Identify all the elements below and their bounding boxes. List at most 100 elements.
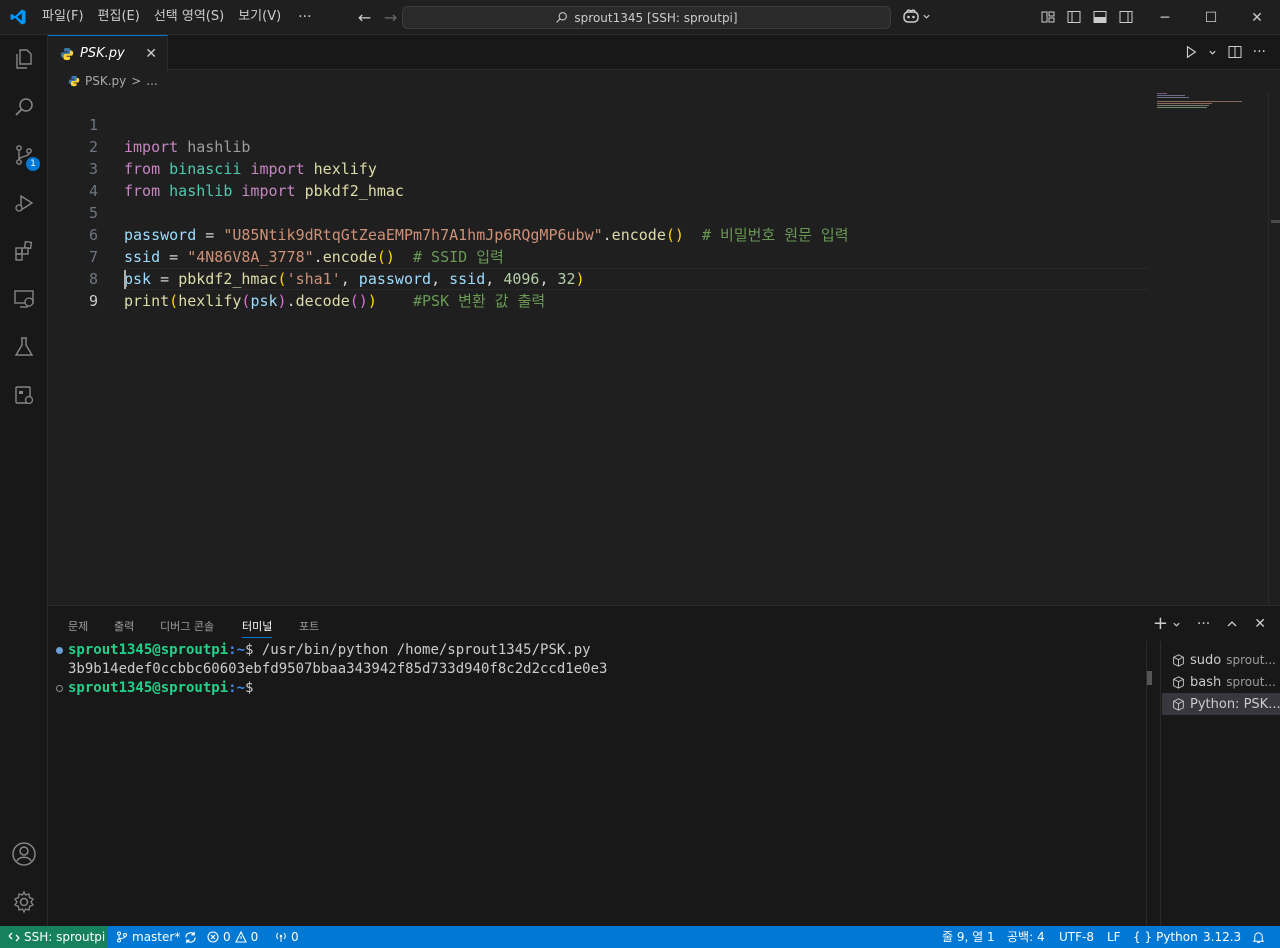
broadcast-icon (276, 932, 286, 942)
editor-tabs: PSK.py ✕ ··· (48, 35, 1280, 71)
chevron-down-icon[interactable] (1208, 48, 1217, 57)
run-debug-icon[interactable] (0, 179, 48, 227)
git-branch-icon (117, 931, 127, 943)
tab-label: PSK.py (80, 46, 125, 61)
testing-icon[interactable] (0, 323, 48, 371)
editor-scrollbar[interactable] (1268, 92, 1280, 605)
menu-edit[interactable]: 편집(E) (91, 5, 147, 29)
menu-selection[interactable]: 선택 영역(S) (147, 5, 231, 29)
python-file-icon (60, 47, 74, 60)
status-bar: SSH: sproutpi master* 0 0 0 줄 9, 열 1 공백:… (0, 926, 1280, 948)
source-control-badge: 1 (26, 157, 40, 171)
problems-indicator[interactable]: 0 0 (207, 926, 258, 948)
python-file-icon (68, 75, 80, 87)
terminal-cube-icon (1173, 697, 1184, 711)
tab-debug-console[interactable]: 디버그 콘솔 (160, 618, 214, 634)
toggle-primary-sidebar-icon[interactable] (1066, 9, 1082, 25)
code-line: 5 password = "U85Ntik9dRtqGtZeaEMPm7h7A1… (88, 204, 849, 244)
explorer-icon[interactable] (0, 35, 48, 83)
terminal-list: sudo sprout... bash sprout... Python: PSK.… (1160, 641, 1280, 927)
breadcrumb-file[interactable]: PSK.py (85, 74, 126, 88)
new-terminal-icon[interactable]: + (1153, 615, 1168, 633)
menu-more-button[interactable]: ··· (288, 9, 321, 25)
maximize-button[interactable]: ☐ (1188, 0, 1234, 35)
search-icon (556, 12, 568, 23)
bottom-panel: 문제 출력 디버그 콘솔 터미널 포트 + ··· ✕ sprout1345@s… (48, 605, 1280, 927)
run-python-icon[interactable] (1184, 45, 1198, 59)
close-panel-icon[interactable]: ✕ (1254, 616, 1266, 632)
account-icon[interactable] (0, 830, 48, 878)
code-editor[interactable]: 1 import hashlib 2 from binascii import … (48, 92, 1268, 605)
toggle-panel-icon[interactable] (1092, 9, 1108, 25)
source-control-icon[interactable]: 1 (0, 131, 48, 179)
more-actions-icon[interactable]: ··· (1253, 44, 1266, 60)
back-arrow-icon[interactable]: ← (352, 8, 378, 27)
minimize-button[interactable]: ─ (1142, 0, 1188, 35)
chevron-down-icon (923, 14, 930, 19)
command-pending-dot[interactable] (56, 685, 63, 692)
code-line: 1 import hashlib (88, 116, 251, 156)
command-success-dot[interactable] (56, 647, 63, 654)
tab-close-icon[interactable]: ✕ (145, 46, 157, 62)
code-line: 7 psk = pbkdf2_hmac('sha1', password, ss… (88, 248, 585, 288)
menu-view[interactable]: 보기(V) (231, 5, 288, 29)
menu-file[interactable]: 파일(F) (35, 5, 91, 29)
python-version[interactable]: 3.12.3 (1203, 926, 1241, 948)
copilot-icon (903, 9, 919, 23)
terminal-item-bash[interactable]: bash sprout... (1162, 671, 1280, 693)
customize-layout-icon[interactable] (1040, 9, 1056, 25)
tab-output[interactable]: 출력 (114, 618, 134, 634)
tab-ports[interactable]: 포트 (299, 618, 319, 634)
settings-gear-icon[interactable] (0, 878, 48, 926)
breadcrumb: PSK.py > ... (48, 70, 1148, 92)
extensions-icon[interactable] (0, 227, 48, 275)
ports-indicator[interactable]: 0 (275, 926, 299, 948)
tab-psk-py[interactable]: PSK.py ✕ (48, 35, 168, 71)
maximize-panel-icon[interactable] (1226, 618, 1238, 630)
terminal-output: 3b9b14edef0ccbbc60603ebfd9507bbaa343942f… (68, 661, 608, 677)
terminal-item-python[interactable]: Python: PSK... (1162, 693, 1280, 715)
forward-arrow-icon[interactable]: → (378, 8, 404, 27)
search-sidebar-icon[interactable] (0, 83, 48, 131)
code-line: 6 ssid = "4N86V8A_3778".encode() # SSID … (88, 226, 504, 266)
text-cursor (124, 270, 126, 289)
warning-icon (234, 931, 247, 943)
more-actions-icon[interactable]: ··· (1197, 616, 1210, 632)
sync-icon[interactable] (184, 931, 197, 944)
remote-icon (8, 932, 20, 942)
code-line: 4 (88, 182, 98, 200)
docker-container-icon[interactable] (0, 371, 48, 419)
code-line: 3 from hashlib import pbkdf2_hmac (88, 160, 404, 200)
end-of-line[interactable]: LF (1107, 926, 1121, 948)
terminal-cube-icon (1173, 653, 1184, 667)
notifications-bell-icon[interactable] (1252, 926, 1265, 948)
breadcrumb-symbols[interactable]: ... (146, 74, 157, 88)
breadcrumb-separator: > (131, 74, 142, 88)
error-icon (207, 931, 219, 943)
command-center[interactable]: sprout1345 [SSH: sproutpi] (402, 6, 891, 29)
remote-explorer-icon[interactable] (0, 275, 48, 323)
git-branch[interactable]: master* (116, 926, 197, 948)
copilot-button[interactable] (902, 8, 931, 24)
terminal-item-sudo[interactable]: sudo sprout... (1162, 649, 1280, 671)
activity-bar: 1 (0, 35, 48, 926)
terminal-line: sprout1345@sproutpi:~$ (68, 680, 262, 696)
tab-problems[interactable]: 문제 (68, 618, 88, 634)
terminal-cube-icon (1173, 675, 1184, 689)
tab-terminal[interactable]: 터미널 (242, 618, 273, 638)
split-editor-icon[interactable] (1227, 44, 1243, 60)
terminal[interactable]: sprout1345@sproutpi:~$ /usr/bin/python /… (48, 641, 1146, 921)
minimap[interactable] (1155, 92, 1250, 122)
cursor-position[interactable]: 줄 9, 열 1 (942, 926, 995, 948)
indentation[interactable]: 공백: 4 (1007, 926, 1045, 948)
encoding[interactable]: UTF-8 (1059, 926, 1094, 948)
remote-indicator[interactable]: SSH: sproutpi (0, 926, 108, 948)
code-line: 8 print(hexlify(psk).decode()) #PSK 변환 값… (88, 270, 546, 310)
close-window-button[interactable]: ✕ (1234, 0, 1280, 35)
toggle-secondary-sidebar-icon[interactable] (1118, 9, 1134, 25)
terminal-line: sprout1345@sproutpi:~$ /usr/bin/python /… (68, 642, 591, 658)
language-mode[interactable]: { } Python (1133, 926, 1198, 948)
chevron-down-icon[interactable] (1172, 620, 1181, 629)
terminal-scrollbar[interactable] (1146, 641, 1152, 927)
vscode-logo-icon (0, 0, 35, 35)
